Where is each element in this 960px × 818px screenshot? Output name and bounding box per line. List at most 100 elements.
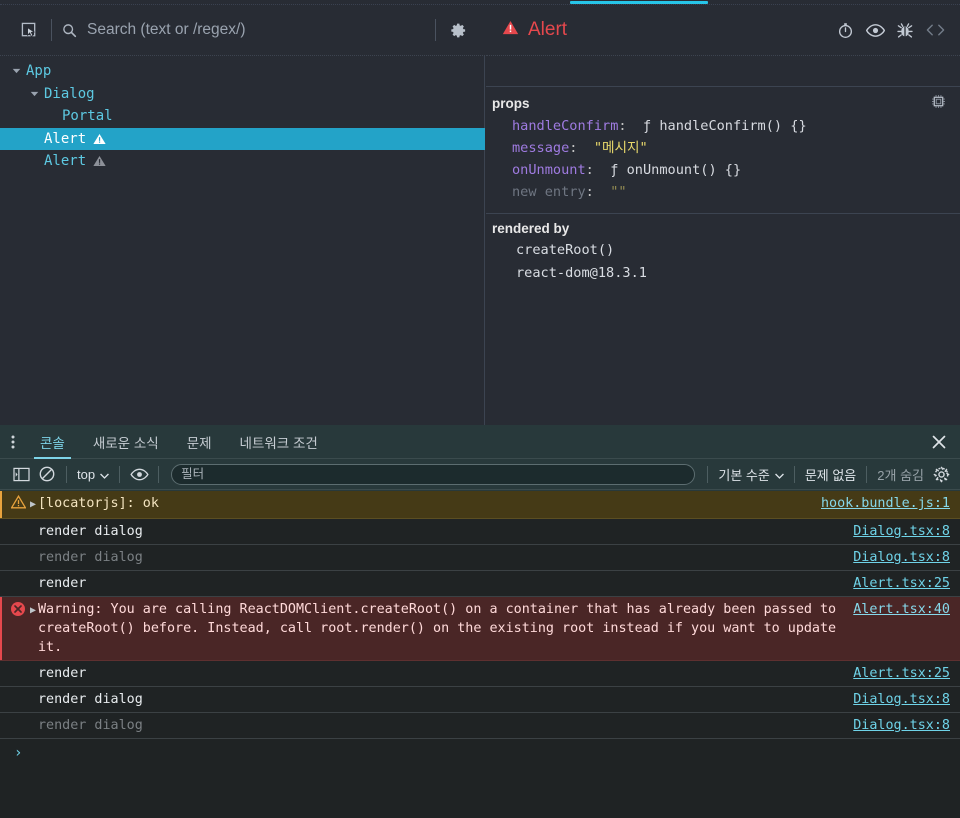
- console-message-source-link[interactable]: Dialog.tsx:8: [853, 690, 950, 709]
- console-message-log[interactable]: render Alert.tsx:25: [0, 571, 960, 597]
- inspector-empty-band: [486, 56, 960, 87]
- console-message-gutter: ▶: [0, 494, 38, 515]
- prop-colon: :: [585, 162, 603, 178]
- console-toolbar-divider-6: [866, 465, 868, 483]
- expand-arrow-icon[interactable]: ▶: [30, 601, 36, 620]
- console-message-log[interactable]: render dialog Dialog.tsx:8: [0, 687, 960, 713]
- warning-triangle-icon: [10, 494, 27, 515]
- expand-arrow-icon[interactable]: ▶: [30, 495, 36, 514]
- console-message-source-link[interactable]: Alert.tsx:25: [853, 574, 950, 593]
- console-message-log[interactable]: render dialog Dialog.tsx:8: [0, 519, 960, 545]
- drawer-tabs-list: 콘솔 새로운 소식 문제 네트워크 조건: [26, 425, 332, 459]
- console-message-text: render: [38, 666, 87, 681]
- console-message-log[interactable]: render dialog Dialog.tsx:8: [0, 545, 960, 571]
- props-section-header: props: [486, 94, 960, 115]
- props-section: props handleConfirm: ƒ handleConfirm() {…: [486, 87, 960, 214]
- rendered-by-section: rendered by createRoot() react-dom@18.3.1: [486, 214, 960, 295]
- tree-item-alert-3[interactable]: Alert: [0, 127, 485, 150]
- component-inspector-pane: Alert props handleConfirm: ƒ handleConfi…: [486, 5, 960, 425]
- tree-item-label: App: [26, 63, 52, 80]
- console-message-source-link[interactable]: Alert.tsx:25: [853, 664, 950, 683]
- prop-value: "메시지": [585, 140, 648, 156]
- warning-triangle-icon: [93, 133, 106, 145]
- component-chip-icon[interactable]: [931, 94, 946, 112]
- console-prompt[interactable]: ›: [0, 739, 960, 767]
- more-vertical-icon[interactable]: [0, 434, 26, 450]
- log-levels-selector[interactable]: 기본 수준: [714, 465, 787, 484]
- console-message-source-link[interactable]: Alert.tsx:40: [853, 600, 950, 619]
- prop-colon: :: [618, 118, 635, 134]
- toolbar-divider: [51, 19, 52, 41]
- tree-item-portal-2[interactable]: Portal: [0, 105, 485, 128]
- console-message-text: render dialog: [38, 692, 143, 707]
- tree-item-label: Alert: [44, 153, 87, 170]
- console-settings-icon[interactable]: [928, 462, 954, 486]
- eye-icon[interactable]: [860, 16, 890, 44]
- console-prompt-symbol: ›: [14, 745, 23, 761]
- console-message-log[interactable]: render dialog Dialog.tsx:8: [0, 713, 960, 739]
- chevron-down-icon[interactable]: [28, 87, 41, 100]
- tree-item-dialog-1[interactable]: Dialog: [0, 83, 485, 106]
- console-message-gutter: [0, 690, 38, 691]
- console-message-error[interactable]: ▶ Warning: You are calling ReactDOMClient…: [0, 597, 960, 661]
- prop-row[interactable]: handleConfirm: ƒ handleConfirm() {}: [486, 115, 960, 137]
- console-toolbar-divider-4: [707, 465, 709, 483]
- console-filter-input[interactable]: [171, 463, 696, 485]
- rendered-by-item[interactable]: react-dom@18.3.1: [486, 262, 960, 285]
- console-message-warning[interactable]: ▶ [locatorjs]: ok hook.bundle.js:1: [0, 491, 960, 519]
- gear-icon[interactable]: [443, 15, 473, 45]
- prop-row[interactable]: new entry: "": [486, 181, 960, 203]
- drawer-tab[interactable]: 콘솔: [26, 425, 79, 459]
- clear-console-icon[interactable]: [34, 462, 60, 486]
- console-message-source-link[interactable]: hook.bundle.js:1: [821, 494, 950, 513]
- select-element-icon[interactable]: [14, 15, 44, 45]
- inspected-element-header: Alert: [486, 5, 960, 56]
- console-toolbar-divider-3: [158, 465, 160, 483]
- prop-colon: :: [585, 184, 603, 200]
- tree-item-label: Alert: [44, 130, 87, 147]
- console-sidebar-icon[interactable]: [8, 462, 34, 486]
- search-input[interactable]: [87, 21, 428, 39]
- props-list: handleConfirm: ƒ handleConfirm() {} messa…: [486, 115, 960, 203]
- console-message-text: render dialog: [38, 524, 143, 539]
- rendered-by-item[interactable]: createRoot(): [486, 239, 960, 262]
- prop-row[interactable]: message: "메시지": [486, 137, 960, 159]
- console-message-list[interactable]: ▶ [locatorjs]: ok hook.bundle.js:1 render d…: [0, 491, 960, 818]
- live-expression-icon[interactable]: [126, 462, 152, 486]
- active-tab-indicator: [570, 1, 708, 4]
- inspected-element-name: Alert: [528, 19, 568, 40]
- console-message-source-link[interactable]: Dialog.tsx:8: [853, 716, 950, 735]
- chevron-down-icon[interactable]: [10, 65, 23, 78]
- console-toolbar-divider-5: [793, 465, 795, 483]
- console-message-gutter: [0, 548, 38, 549]
- drawer-tab[interactable]: 네트워크 조건: [226, 425, 332, 459]
- close-icon[interactable]: [926, 429, 952, 455]
- prop-value: "": [602, 184, 627, 200]
- console-message-source-link[interactable]: Dialog.tsx:8: [853, 548, 950, 567]
- prop-row[interactable]: onUnmount: ƒ onUnmount() {}: [486, 159, 960, 181]
- console-message-source-link[interactable]: Dialog.tsx:8: [853, 522, 950, 541]
- console-message-log[interactable]: render Alert.tsx:25: [0, 661, 960, 687]
- console-toolbar-divider-2: [119, 465, 121, 483]
- props-section-title: props: [492, 95, 530, 111]
- hidden-messages-count[interactable]: 2개 숨김: [873, 465, 928, 484]
- console-message-text: Warning: You are calling ReactDOMClient.…: [38, 602, 837, 655]
- tree-item-app-0[interactable]: App: [0, 60, 485, 83]
- issues-status[interactable]: 문제 없음: [801, 465, 860, 484]
- source-code-icon[interactable]: [920, 16, 950, 44]
- suspense-timer-icon[interactable]: [830, 16, 860, 44]
- prop-colon: :: [569, 140, 586, 156]
- search-icon: [59, 20, 79, 40]
- console-message-gutter: ▶: [0, 600, 38, 623]
- console-message-text: render dialog: [38, 718, 143, 733]
- console-drawer: 콘솔 새로운 소식 문제 네트워크 조건 top 필터 기본 수준 문제 없음 …: [0, 425, 960, 818]
- prop-value: ƒ onUnmount() {}: [602, 162, 742, 178]
- execution-context-selector[interactable]: top: [73, 467, 113, 482]
- drawer-tab[interactable]: 새로운 소식: [79, 425, 173, 459]
- bug-icon[interactable]: [890, 16, 920, 44]
- tree-item-alert-4[interactable]: Alert: [0, 150, 485, 173]
- component-tree[interactable]: App Dialog Portal Alert Alert: [0, 56, 485, 425]
- component-tree-pane: App Dialog Portal Alert Alert: [0, 5, 485, 425]
- prop-key: message: [512, 140, 570, 156]
- drawer-tab[interactable]: 문제: [173, 425, 226, 459]
